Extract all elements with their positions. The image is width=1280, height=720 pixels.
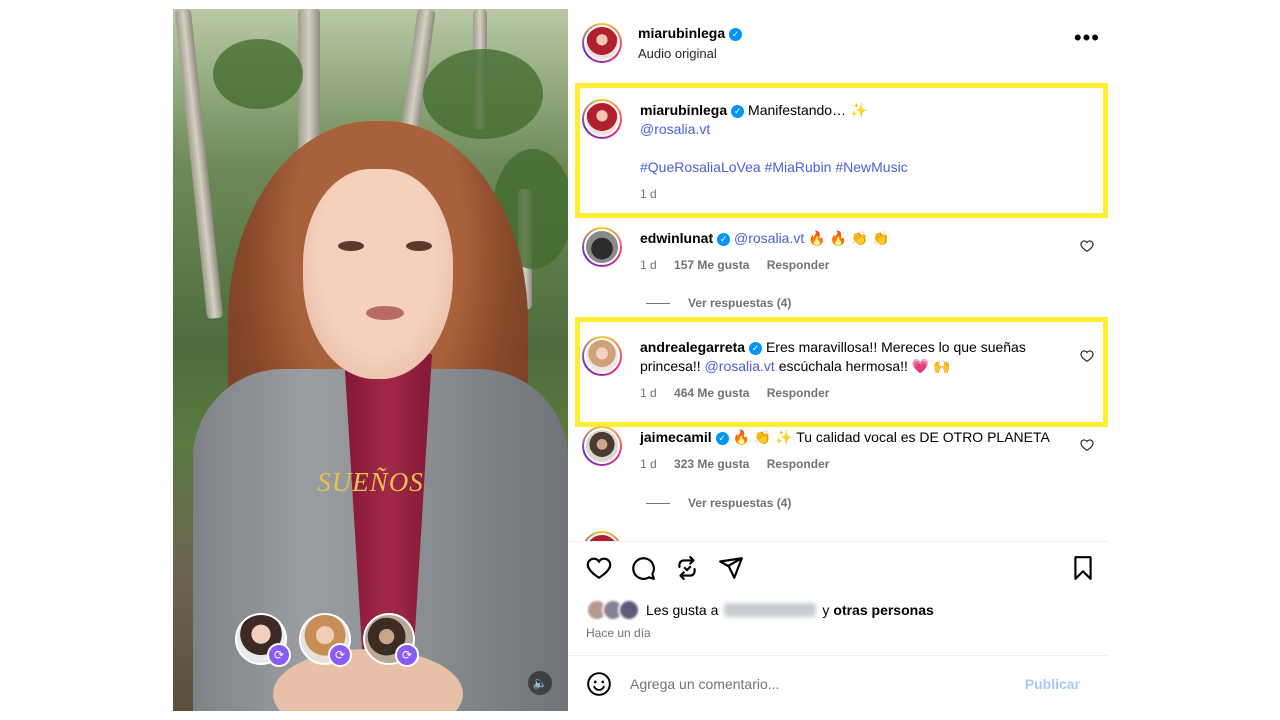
speaker-icon[interactable]: 🔈 — [528, 671, 552, 695]
view-replies-label: Ver respuestas (4) — [688, 496, 792, 510]
person-eye — [406, 241, 432, 251]
likes-middle: y — [822, 602, 830, 618]
more-icon[interactable]: ••• — [1074, 27, 1100, 49]
comment-input[interactable]: Agrega un comentario... — [630, 676, 1025, 692]
view-replies-label: Ver respuestas (4) — [688, 296, 792, 310]
post-time: Hace un día — [586, 626, 651, 640]
author-avatar[interactable] — [582, 23, 622, 63]
audio-label[interactable]: Audio original — [638, 46, 742, 61]
like-comment-icon[interactable] — [1080, 239, 1094, 253]
comment-time: 1 d — [640, 258, 657, 272]
comment-username[interactable]: jaimecamil — [640, 429, 712, 445]
comment-time: 1 d — [640, 457, 657, 471]
comment-mention[interactable]: @rosalia.vt — [734, 230, 804, 246]
divider — [568, 655, 1108, 656]
comment-likes[interactable]: 323 Me gusta — [674, 457, 749, 471]
like-icon[interactable] — [586, 555, 612, 581]
publish-button[interactable]: Publicar — [1025, 676, 1080, 692]
repost-icon: ⟳ — [267, 643, 291, 667]
tree-trunk — [174, 9, 224, 319]
repost-icon: ⟳ — [328, 643, 352, 667]
view-replies-button[interactable]: Ver respuestas (4) — [646, 296, 791, 310]
comment-username[interactable]: edwinlunat — [640, 230, 713, 246]
comment-item: jaimecamil ✓ 🔥 👏 ✨ Tu calidad vocal es DE… — [582, 426, 1102, 496]
person-eye — [338, 241, 364, 251]
next-comment-avatar — [582, 531, 622, 541]
blurred-username — [724, 603, 817, 617]
verified-icon: ✓ — [715, 432, 729, 445]
repost-icon: ⟳ — [395, 643, 419, 667]
verified-icon: ✓ — [717, 233, 731, 246]
reel-video[interactable]: SUEÑOS ⟳ ⟳ ⟳ 🔈 — [173, 9, 568, 711]
like-comment-icon[interactable] — [1080, 438, 1094, 452]
highlight-box — [575, 83, 1108, 218]
comment-icon[interactable] — [630, 555, 656, 581]
comment-avatar[interactable] — [582, 227, 622, 267]
likes-prefix: Les gusta a — [646, 602, 719, 618]
comment-composer: Agrega un comentario... Publicar — [586, 671, 1108, 697]
action-bar — [586, 555, 744, 581]
comment-likes[interactable]: 157 Me gusta — [674, 258, 749, 272]
reply-button[interactable]: Responder — [767, 258, 830, 272]
repost-icon[interactable] — [674, 555, 700, 581]
comment-avatar[interactable] — [582, 426, 622, 466]
divider — [568, 541, 1108, 542]
post-header: miarubinlega ✓ Audio original — [582, 23, 743, 63]
likes-summary[interactable]: Les gusta a y otras personas — [586, 599, 934, 621]
liker-avatar — [618, 599, 640, 621]
save-button[interactable] — [1070, 555, 1096, 586]
reply-button[interactable]: Responder — [767, 457, 830, 471]
emoji-icon[interactable] — [586, 671, 612, 697]
highlight-box — [575, 317, 1108, 427]
comment-text: 🔥 🔥 👏 👏 — [804, 230, 890, 246]
comment-text: 🔥 👏 ✨ Tu calidad vocal es DE OTRO PLANET… — [728, 429, 1050, 445]
share-icon[interactable] — [718, 555, 744, 581]
repost-avatars — [235, 613, 415, 665]
verified-icon: ✓ — [729, 28, 743, 41]
view-replies-button[interactable]: Ver respuestas (4) — [646, 496, 791, 510]
foliage — [213, 39, 303, 109]
foliage — [423, 49, 543, 139]
person-lips — [366, 306, 404, 320]
likes-others[interactable]: otras personas — [833, 602, 933, 618]
comment-item: edwinlunat ✓ @rosalia.vt 🔥 🔥 👏 👏 1 d 157 … — [582, 227, 1102, 297]
video-caption: SUEÑOS — [317, 467, 424, 497]
person-face — [303, 169, 453, 379]
author-username[interactable]: miarubinlega — [638, 25, 725, 41]
post-detail-panel: miarubinlega ✓ Audio original ••• miarubi… — [568, 9, 1108, 711]
bookmark-icon[interactable] — [1070, 555, 1096, 581]
